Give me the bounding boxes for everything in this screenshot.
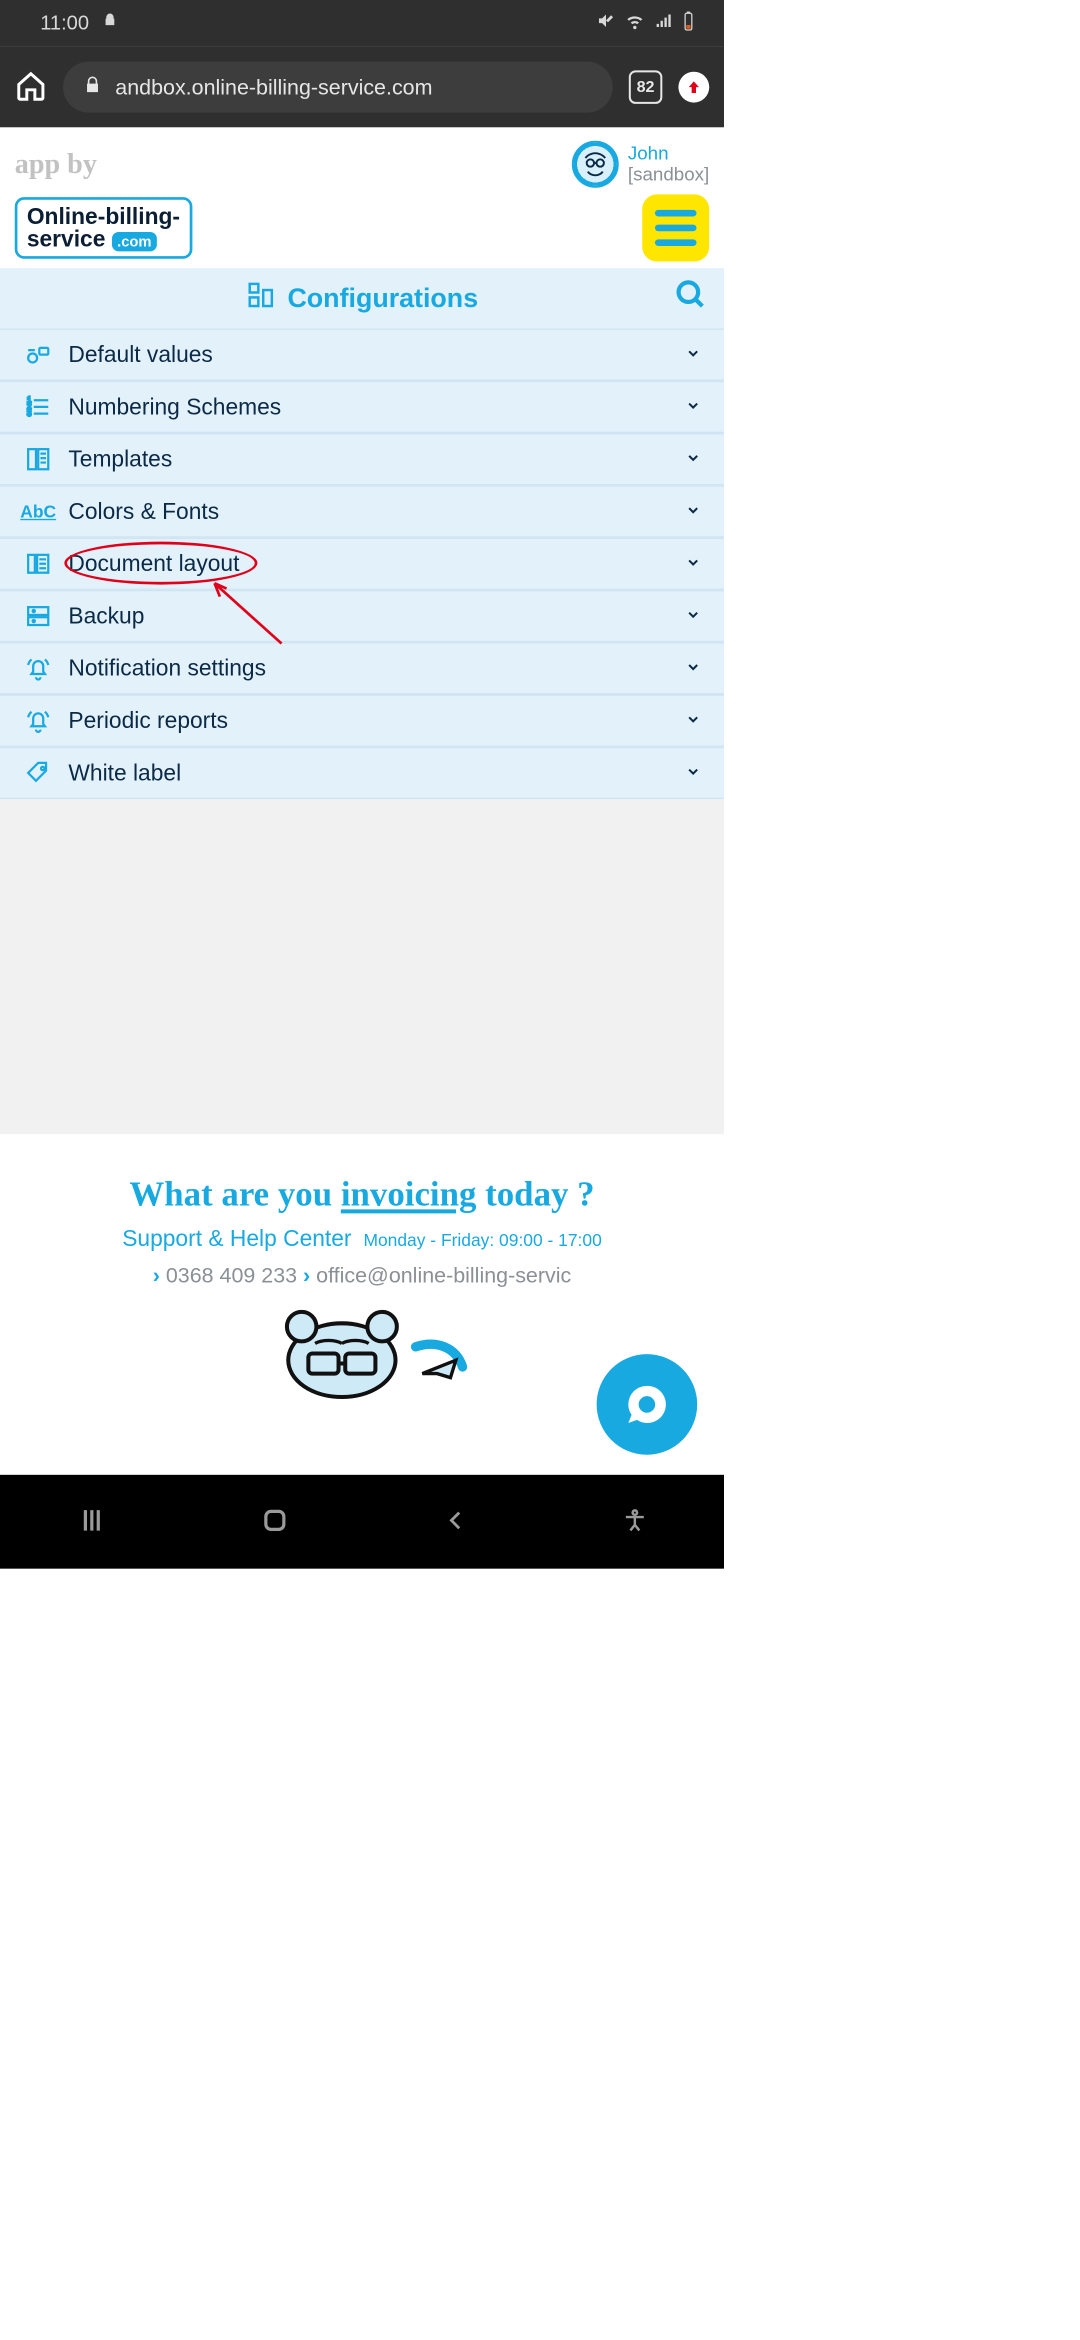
support-phone[interactable]: 0368 409 233	[166, 1263, 297, 1287]
bell-icon	[21, 655, 55, 682]
hamburger-menu-button[interactable]	[642, 194, 709, 261]
tagline-pre: What are you	[129, 1175, 340, 1213]
menu-label: Document layout	[68, 551, 239, 577]
back-button[interactable]	[442, 1507, 469, 1537]
android-status-bar: 11:00	[0, 0, 724, 47]
chevron-down-icon	[685, 449, 701, 468]
logo-suffix: .com	[112, 232, 157, 251]
chat-fab-button[interactable]	[597, 1354, 698, 1455]
menu-item-notification-settings[interactable]: Notification settings	[0, 642, 724, 694]
config-menu: Default values 123 Numbering Schemes Tem…	[0, 328, 724, 799]
user-menu[interactable]: John [sandbox]	[572, 141, 710, 188]
menu-label: Backup	[68, 603, 144, 629]
mute-icon	[597, 11, 616, 35]
bell-outline-icon	[21, 707, 55, 734]
chevron-down-icon	[685, 711, 701, 730]
gauge-icon	[21, 341, 55, 368]
chevron-down-icon	[685, 397, 701, 416]
home-button[interactable]	[259, 1505, 290, 1539]
layout-icon	[21, 550, 55, 577]
tag-icon	[21, 760, 55, 787]
update-badge-icon[interactable]	[678, 72, 709, 103]
url-text: andbox.online-billing-service.com	[115, 75, 432, 100]
menu-item-periodic-reports[interactable]: Periodic reports	[0, 695, 724, 747]
accessibility-button[interactable]	[621, 1507, 648, 1537]
user-name: John	[628, 144, 709, 165]
chevron-down-icon	[685, 554, 701, 573]
browser-toolbar: andbox.online-billing-service.com 82	[0, 47, 724, 127]
template-icon	[21, 446, 55, 473]
page-footer: What are you invoicing today ? Support &…	[0, 1134, 724, 1393]
android-nav-bar	[0, 1475, 724, 1569]
numbered-list-icon: 123	[21, 394, 55, 421]
menu-label: Default values	[68, 342, 212, 368]
menu-item-default-values[interactable]: Default values	[0, 328, 724, 380]
support-link[interactable]: Support & Help Center	[122, 1226, 351, 1251]
support-hours: Monday - Friday: 09:00 - 17:00	[363, 1230, 601, 1250]
menu-item-templates[interactable]: Templates	[0, 433, 724, 485]
menu-item-colors-fonts[interactable]: AbC Colors & Fonts	[0, 485, 724, 537]
archive-icon	[21, 603, 55, 630]
chevron-down-icon	[685, 502, 701, 521]
tab-count-button[interactable]: 82	[629, 70, 663, 104]
logo-line1: Online-billing-	[27, 205, 180, 228]
search-icon[interactable]	[674, 278, 708, 318]
menu-item-backup[interactable]: Backup	[0, 590, 724, 642]
mascot-bear-icon	[241, 1300, 482, 1401]
menu-label: White label	[68, 760, 181, 786]
menu-item-numbering-schemes[interactable]: 123 Numbering Schemes	[0, 381, 724, 433]
tagline-post: today ?	[476, 1175, 594, 1213]
app-by-label: app by	[15, 148, 97, 180]
tagline-em: invoicing	[341, 1175, 477, 1213]
chevron-down-icon	[685, 763, 701, 782]
signal-icon	[654, 11, 673, 35]
menu-label: Periodic reports	[68, 708, 228, 734]
menu-label: Colors & Fonts	[68, 498, 219, 524]
menu-label: Notification settings	[68, 655, 266, 681]
chevron-down-icon	[685, 606, 701, 625]
svg-text:3: 3	[27, 409, 31, 418]
site-logo[interactable]: Online-billing- service .com	[15, 197, 192, 259]
menu-item-document-layout[interactable]: Document layout	[0, 538, 724, 590]
avatar	[572, 141, 619, 188]
user-env: [sandbox]	[628, 164, 709, 185]
battery-icon	[682, 11, 694, 36]
logo-line2: service	[27, 227, 106, 252]
home-icon[interactable]	[15, 69, 47, 105]
wifi-icon	[625, 11, 645, 36]
typography-icon: AbC	[21, 501, 55, 522]
lock-icon	[83, 75, 102, 100]
menu-label: Numbering Schemes	[68, 394, 281, 420]
status-time: 11:00	[40, 12, 89, 35]
chevron-down-icon	[685, 659, 701, 678]
url-bar[interactable]: andbox.online-billing-service.com	[63, 62, 613, 113]
content-spacer	[0, 799, 724, 1134]
tab-count-value: 82	[637, 78, 655, 97]
chevron-down-icon	[685, 345, 701, 364]
support-email[interactable]: office@online-billing-servic	[316, 1263, 571, 1287]
page-title: Configurations	[287, 283, 478, 313]
download-queue-icon	[101, 12, 118, 35]
recents-button[interactable]	[76, 1505, 107, 1539]
config-icon	[246, 280, 275, 316]
menu-label: Templates	[68, 446, 172, 472]
page-title-bar: Configurations	[0, 268, 724, 328]
menu-item-white-label[interactable]: White label	[0, 747, 724, 799]
